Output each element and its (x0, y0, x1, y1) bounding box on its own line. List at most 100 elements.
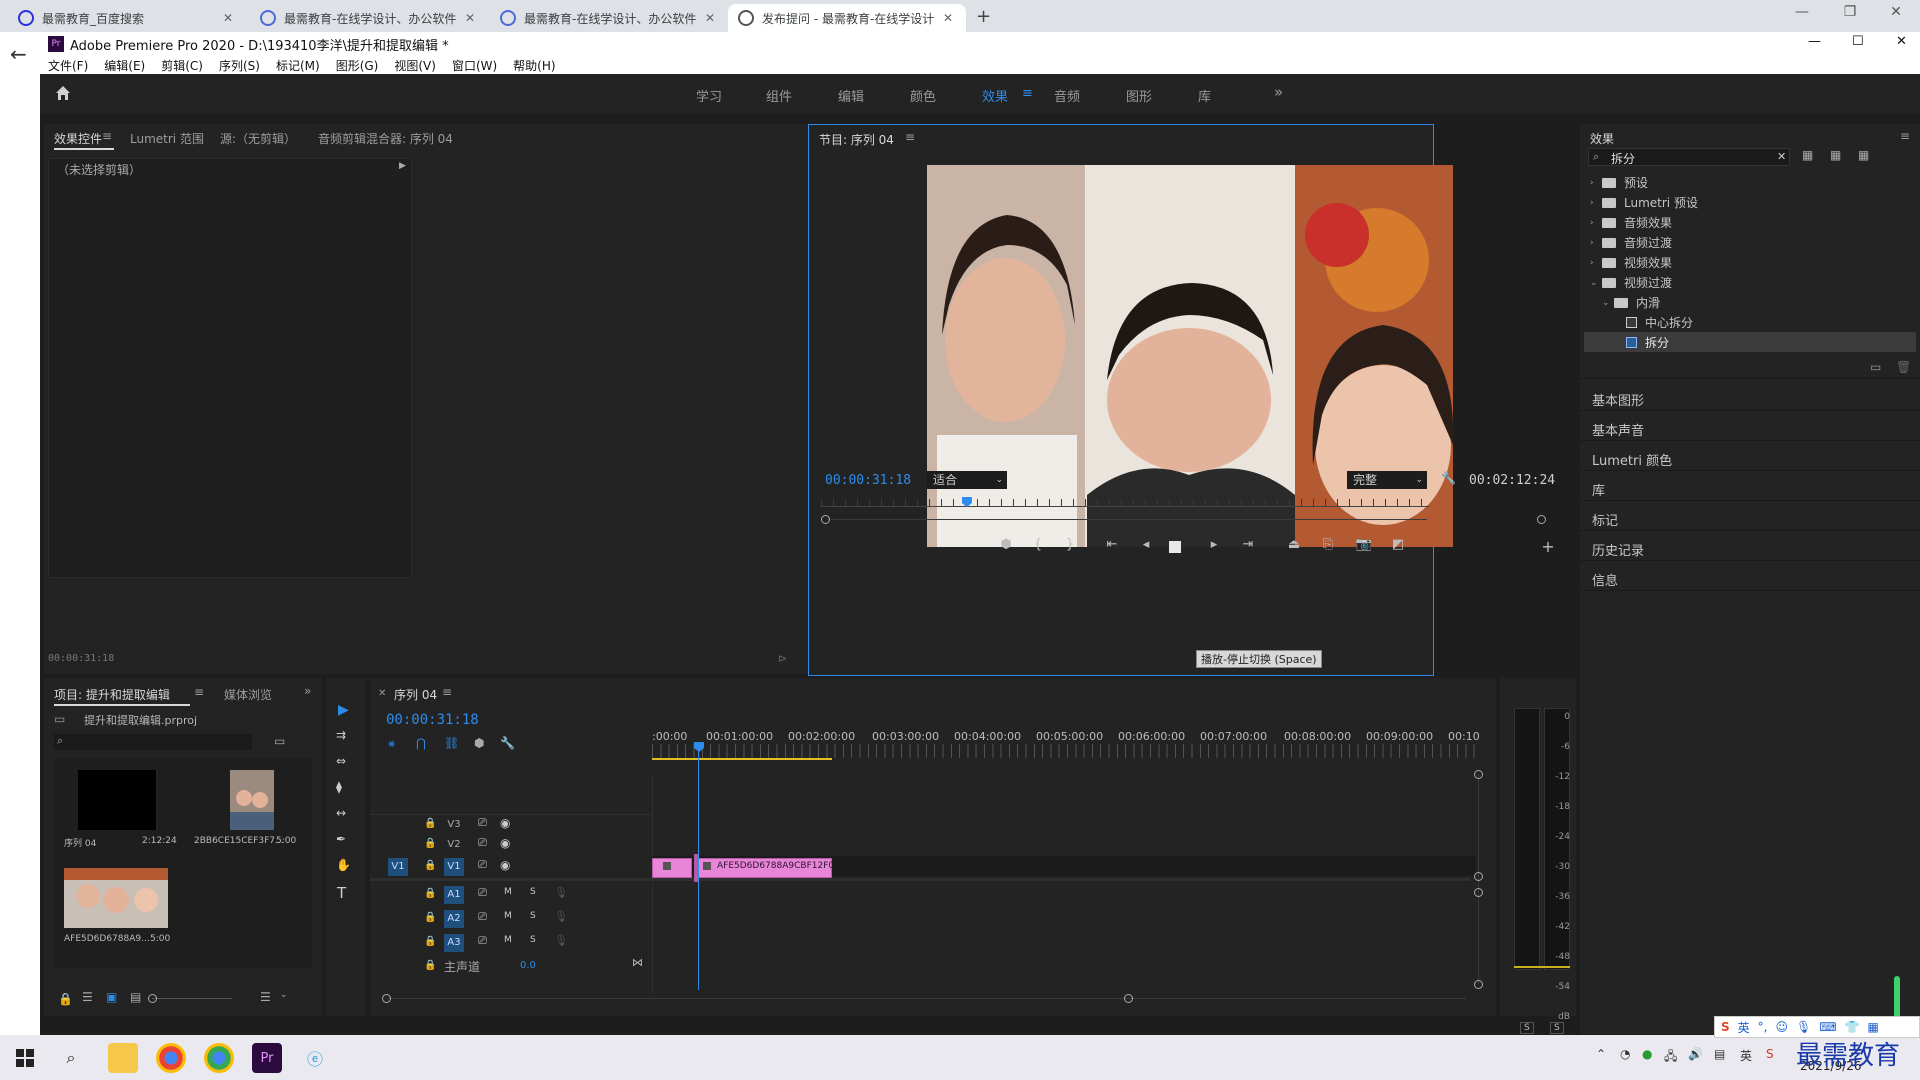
mark-in-icon[interactable]: { (1027, 537, 1049, 552)
export-frame-camera-icon[interactable]: 📷 (1353, 537, 1375, 552)
browser-tab[interactable]: 最需教育-在线学设计、办公软件 ✕ (490, 4, 728, 32)
solo-button[interactable]: S (530, 911, 536, 921)
scroll-handle-left[interactable] (382, 994, 391, 1003)
mute-button[interactable]: M (504, 887, 512, 897)
track-select-tool-icon[interactable]: ⇉ (336, 728, 346, 742)
vscroll-handle[interactable] (1474, 872, 1483, 881)
pen-tool-icon[interactable]: ✒ (336, 832, 346, 846)
nest-toggle-icon[interactable]: ⚹ (388, 736, 395, 751)
browser-close-button[interactable]: ✕ (1874, 4, 1918, 20)
play-stop-button[interactable] (1169, 541, 1181, 553)
workspace-assembly[interactable]: 组件 (766, 86, 792, 105)
voice-input-icon[interactable]: 🎙 (1796, 1020, 1811, 1034)
menu-clip[interactable]: 剪辑(C) (161, 57, 203, 74)
go-to-out-icon[interactable]: ⇥ (1237, 537, 1259, 552)
microphone-icon[interactable]: 🎙 (554, 934, 568, 947)
tray-app-icon[interactable]: ● (1642, 1047, 1652, 1061)
lock-icon[interactable]: 🔒 (424, 818, 436, 829)
tree-item-split[interactable]: 拆分 (1626, 334, 1669, 351)
emoji-icon[interactable]: ☺ (1776, 1020, 1789, 1034)
track-label-a2[interactable]: A2 (444, 910, 464, 928)
tree-item-center-split[interactable]: 中心拆分 (1626, 314, 1693, 331)
type-tool-icon[interactable]: T (337, 884, 346, 902)
snap-magnet-icon[interactable]: ⋂ (416, 736, 426, 750)
freeform-view-icon[interactable]: ▤ (130, 990, 141, 1004)
program-current-timecode[interactable]: 00:00:31:18 (825, 473, 911, 488)
menu-window[interactable]: 窗口(W) (452, 57, 497, 74)
search-icon[interactable]: ⌕ (56, 1043, 86, 1073)
sogou-icon[interactable]: S (1766, 1047, 1774, 1061)
go-to-next-edit-icon[interactable]: ⋈ (632, 956, 643, 969)
tab-sequence[interactable]: 序列 04 (394, 686, 437, 703)
tab-program-monitor[interactable]: 节目: 序列 04 (819, 131, 894, 148)
zoom-slider-handle[interactable] (148, 994, 157, 1003)
home-icon[interactable] (54, 84, 72, 102)
timeline-settings-wrench-icon[interactable]: 🔧 (500, 736, 515, 750)
track-label-a3[interactable]: A3 (444, 934, 464, 952)
workspace-graphics[interactable]: 图形 (1126, 86, 1152, 105)
solo-button[interactable]: S (530, 887, 536, 897)
menu-view[interactable]: 视图(V) (394, 57, 436, 74)
effects-search-input[interactable]: ⌕ 拆分 ✕ (1588, 148, 1790, 166)
sync-lock-icon[interactable]: ⎚ (478, 836, 487, 850)
workspace-learn[interactable]: 学习 (696, 86, 722, 105)
menu-help[interactable]: 帮助(H) (513, 57, 555, 74)
eye-icon[interactable]: ◉ (500, 816, 510, 830)
sync-lock-icon[interactable]: ⎚ (478, 910, 487, 924)
timeline-clip[interactable] (652, 858, 692, 878)
panel-menu-icon[interactable]: ≡ (442, 685, 452, 699)
sync-lock-icon[interactable]: ⎚ (478, 886, 487, 900)
browser-tab-active[interactable]: 发布提问 - 最需教育-在线学设计 ✕ (728, 4, 966, 32)
tree-item-audio-transitions[interactable]: › 音频过渡 (1590, 234, 1672, 251)
more-workspaces-button[interactable]: » (1274, 83, 1283, 101)
lock-icon[interactable]: 🔒 (424, 936, 436, 947)
solo-right-button[interactable]: S (1550, 1022, 1564, 1034)
workspace-editing[interactable]: 编辑 (838, 86, 864, 105)
zoom-handle-left[interactable] (821, 515, 830, 524)
skin-icon[interactable]: 👕 (1845, 1020, 1860, 1034)
tree-item-lumetri-presets[interactable]: › Lumetri 预设 (1590, 194, 1698, 211)
tree-item-presets[interactable]: › 预设 (1590, 174, 1648, 191)
microphone-icon[interactable]: 🎙 (554, 910, 568, 923)
add-marker-icon[interactable]: ⬢ (474, 736, 484, 750)
workspace-libraries[interactable]: 库 (1198, 86, 1211, 105)
workspace-audio[interactable]: 音频 (1054, 86, 1080, 105)
tab-media-browser[interactable]: 媒体浏览 (224, 686, 272, 703)
timeline-clip[interactable]: AFE5D6D6788A9CBF12F0 (694, 858, 834, 878)
filter-icon[interactable]: ⊳ (778, 652, 787, 665)
sync-lock-icon[interactable]: ⎚ (478, 858, 487, 872)
timeline-timecode[interactable]: 00:00:31:18 (386, 712, 479, 728)
icon-view-icon[interactable]: ▣ (106, 990, 117, 1004)
hand-tool-icon[interactable]: ✋ (336, 858, 351, 872)
mute-button[interactable]: M (504, 911, 512, 921)
section-essential-graphics[interactable]: 基本图形 (1592, 390, 1644, 409)
tab-project[interactable]: 项目: 提升和提取编辑 (54, 686, 170, 703)
panel-menu-icon[interactable]: ≡ (905, 130, 915, 144)
source-patch-v1[interactable]: V1 (388, 858, 408, 876)
section-libraries[interactable]: 库 (1592, 480, 1605, 499)
panel-menu-icon[interactable]: ≡ (194, 685, 204, 699)
close-tab-icon[interactable]: ✕ (220, 11, 236, 25)
browser-restore-button[interactable]: ❐ (1828, 4, 1872, 20)
yuv-effects-icon[interactable]: ▦ (1858, 148, 1869, 162)
punctuation-icon[interactable]: °, (1758, 1020, 1768, 1034)
lock-icon[interactable]: 🔒 (424, 888, 436, 899)
tab-audio-clip-mixer[interactable]: 音频剪辑混合器: 序列 04 (318, 130, 453, 147)
trash-icon[interactable]: 🗑 (1896, 360, 1911, 374)
volume-icon[interactable]: 🔊 (1688, 1047, 1703, 1061)
button-editor-plus-icon[interactable]: + (1537, 537, 1559, 556)
lift-icon[interactable]: ⏏ (1283, 537, 1305, 552)
program-mini-ruler[interactable] (821, 499, 1429, 507)
zoom-handle-right[interactable] (1537, 515, 1546, 524)
section-markers[interactable]: 标记 (1592, 510, 1618, 529)
premiere-taskbar-icon[interactable]: Pr (252, 1043, 282, 1073)
tab-source[interactable]: 源:（无剪辑） (220, 130, 296, 147)
solo-left-button[interactable]: S (1520, 1022, 1534, 1034)
horizontal-scrollbar-track[interactable] (386, 998, 1466, 999)
menu-graphics[interactable]: 图形(G) (336, 57, 379, 74)
slip-tool-icon[interactable]: ↔ (336, 806, 346, 820)
sync-lock-icon[interactable]: ⎚ (478, 816, 487, 830)
go-to-in-icon[interactable]: ⇤ (1101, 537, 1123, 552)
zoom-scrollbar-track[interactable] (827, 519, 1427, 520)
tree-item-audio-effects[interactable]: › 音频效果 (1590, 214, 1672, 231)
